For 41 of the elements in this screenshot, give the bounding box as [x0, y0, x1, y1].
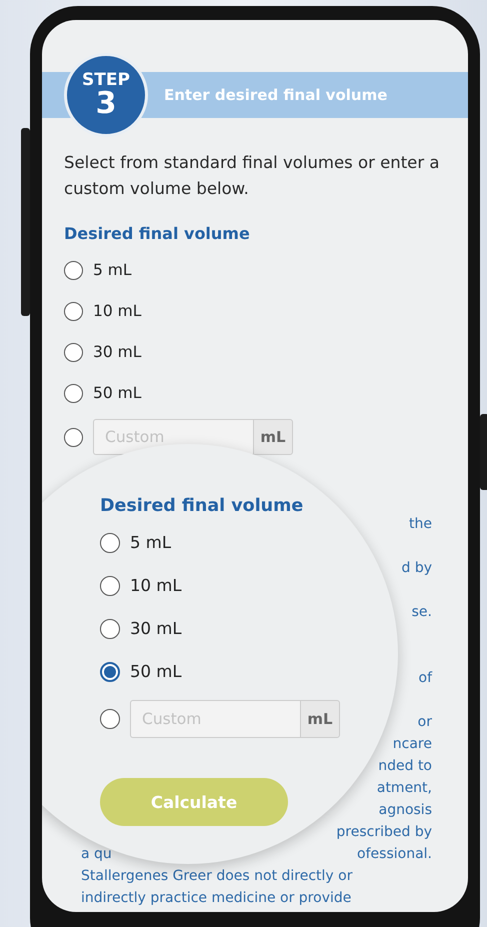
radio-button[interactable] — [64, 428, 83, 446]
disclaimer-text: d by — [401, 559, 432, 577]
calculate-button[interactable]: Calculate — [100, 778, 288, 826]
disclaimer-text: Stallergenes Greer does not directly or — [81, 867, 352, 885]
disclaimer-text: or — [418, 713, 432, 731]
option-label: 5 mL — [93, 260, 132, 281]
radio-button[interactable] — [100, 662, 120, 682]
option-label: 30 mL — [93, 342, 142, 363]
radio-button[interactable] — [100, 709, 120, 729]
instruction-text: Select from standard final volumes or enter a custom volume below. — [64, 152, 440, 200]
radio-button[interactable] — [64, 260, 83, 280]
disclaimer-text: agnosis — [378, 801, 432, 819]
option-label: 30 mL — [130, 618, 182, 640]
option-label: 10 mL — [93, 301, 142, 322]
disclaimer-text: atment, — [376, 779, 432, 797]
unit-label: mL — [253, 419, 293, 455]
disclaimer-text: prescribed by — [336, 823, 432, 841]
section-heading: Desired final volume — [64, 224, 251, 243]
option-label: 50 mL — [130, 661, 182, 683]
disclaimer-text: nded to — [378, 757, 432, 775]
step-label: STEP — [82, 71, 130, 89]
disclaimer-text: ncare — [392, 735, 432, 753]
disclaimer-text: indirectly practice medicine or provide — [81, 889, 352, 907]
disclaimer-text: of — [418, 669, 432, 687]
disclaimer-text: the — [409, 515, 432, 533]
radio-button[interactable] — [100, 619, 120, 639]
radio-button[interactable] — [64, 302, 83, 320]
radio-button[interactable] — [100, 533, 120, 553]
option-label: 10 mL — [130, 575, 182, 597]
radio-button[interactable] — [64, 384, 83, 402]
disclaimer-text: ofessional. — [357, 845, 432, 863]
unit-label: mL — [300, 700, 340, 738]
disclaimer-text: a qu — [81, 845, 112, 863]
disclaimer-text: se. — [412, 603, 432, 621]
option-label: 5 mL — [130, 532, 172, 554]
radio-button[interactable] — [100, 576, 120, 596]
option-label: 50 mL — [93, 383, 142, 404]
step-number: 3 — [96, 89, 116, 119]
step-title: Enter desired final volume — [164, 86, 388, 104]
radio-button[interactable] — [64, 342, 83, 362]
section-heading: Desired final volume — [100, 496, 304, 516]
